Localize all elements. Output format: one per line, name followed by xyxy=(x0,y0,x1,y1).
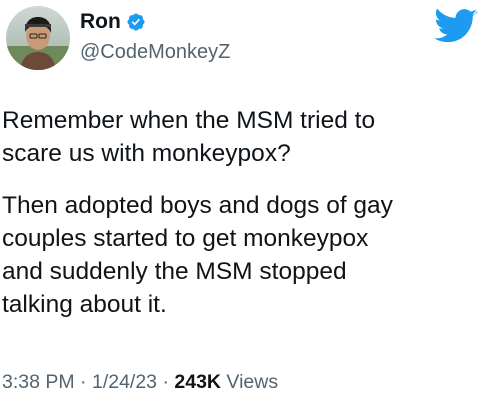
tweet-card: Ron @CodeMonkeyZ Remember when the MSM t… xyxy=(0,0,500,406)
tweet-text-paragraph-2: Then adopted boys and dogs of gay couple… xyxy=(2,192,393,318)
meta-separator: · xyxy=(80,371,87,393)
twitter-bird-icon[interactable] xyxy=(434,8,478,46)
display-name[interactable]: Ron xyxy=(80,10,121,34)
verified-badge-icon xyxy=(126,12,146,32)
tweet-text-paragraph-1: Remember when the MSM tried to scare us … xyxy=(2,107,376,167)
tweet-meta: 3:38 PM · 1/24/23 · 243K Views xyxy=(2,371,278,394)
meta-separator: · xyxy=(162,371,169,393)
author-info: Ron @CodeMonkeyZ xyxy=(80,9,230,64)
tweet-date[interactable]: 1/24/23 xyxy=(92,371,157,393)
avatar[interactable] xyxy=(6,6,70,70)
name-row: Ron xyxy=(80,9,230,35)
handle[interactable]: @CodeMonkeyZ xyxy=(80,41,230,64)
tweet-time[interactable]: 3:38 PM xyxy=(2,371,75,393)
views-label: Views xyxy=(226,371,279,393)
views-count[interactable]: 243K xyxy=(174,371,221,393)
